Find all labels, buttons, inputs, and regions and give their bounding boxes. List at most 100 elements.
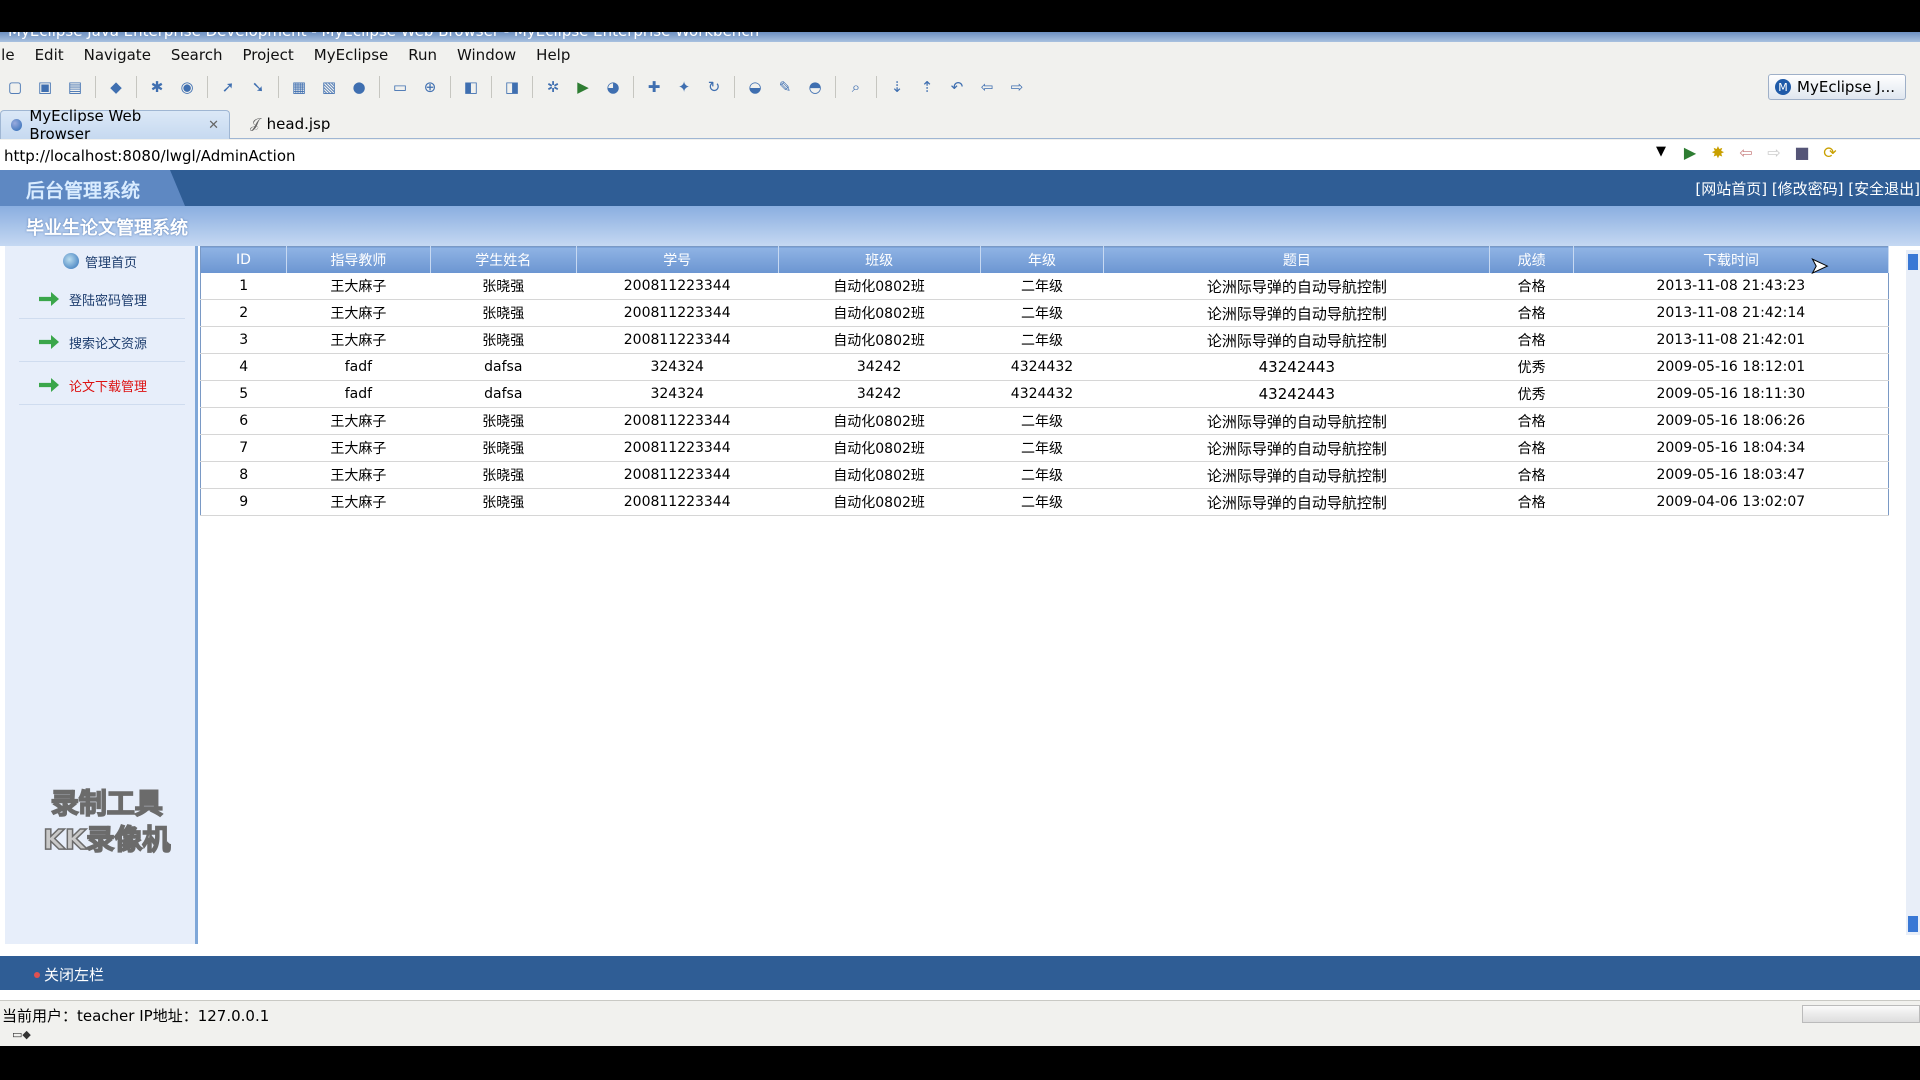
vertical-scrollbar[interactable] bbox=[1906, 250, 1920, 935]
sidebar-item-password[interactable]: 登陆密码管理 bbox=[19, 280, 185, 319]
next-annotation-icon[interactable]: ⇣ bbox=[886, 77, 908, 97]
table-cell: 4324432 bbox=[980, 380, 1104, 408]
tab-head-jsp[interactable]: 𝒥 head.jsp bbox=[240, 110, 340, 138]
table-cell: 6 bbox=[200, 407, 287, 435]
menu-navigate[interactable]: Navigate bbox=[74, 46, 161, 64]
table-cell: 5 bbox=[200, 380, 287, 408]
url-input[interactable]: http://localhost:8080/lwgl/AdminAction bbox=[4, 147, 296, 165]
url-history-dropdown-icon[interactable]: ▼ bbox=[1656, 144, 1666, 159]
tab-web-browser[interactable]: MyEclipse Web Browser ✕ bbox=[0, 107, 230, 143]
go-icon[interactable]: ▶ bbox=[1680, 143, 1700, 162]
open-icon[interactable]: ◒ bbox=[744, 77, 766, 97]
folder-icon[interactable]: ▭ bbox=[389, 77, 411, 97]
stop-icon[interactable]: ■ bbox=[1792, 143, 1812, 162]
refresh-icon[interactable]: ⟳ bbox=[1820, 143, 1840, 162]
watermark-line: 录制工具 bbox=[50, 786, 164, 821]
recorder-watermark: 录制工具 KK录像机 bbox=[42, 786, 171, 858]
toolbar-separator bbox=[734, 76, 735, 98]
package-icon[interactable]: ◆ bbox=[105, 77, 127, 97]
column-header: 班级 bbox=[778, 246, 981, 273]
table-cell: 43242443 bbox=[1103, 353, 1490, 381]
table-cell: 论洲际导弹的自动导航控制 bbox=[1103, 273, 1490, 300]
debug-run-icon[interactable]: ✲ bbox=[542, 77, 564, 97]
table-cell: 7 bbox=[200, 434, 287, 462]
table-cell: 2009-05-16 18:06:26 bbox=[1573, 407, 1889, 435]
search-icon[interactable]: ⌕ bbox=[845, 77, 867, 97]
table-cell: 二年级 bbox=[980, 326, 1104, 354]
table-cell: 论洲际导弹的自动导航控制 bbox=[1103, 326, 1490, 354]
edit-icon[interactable]: ✎ bbox=[774, 77, 796, 97]
deploy-icon[interactable]: ➚ bbox=[217, 77, 239, 97]
new-class-icon[interactable]: ✚ bbox=[643, 77, 665, 97]
menu-project[interactable]: Project bbox=[232, 46, 303, 64]
sidebar-home[interactable]: 管理首页 bbox=[5, 246, 195, 276]
print-icon[interactable]: ▤ bbox=[64, 77, 86, 97]
close-icon[interactable]: ✕ bbox=[208, 118, 219, 133]
toolbar-separator bbox=[207, 76, 208, 98]
back-icon[interactable]: ⇦ bbox=[1736, 143, 1756, 162]
task-icon[interactable]: ◓ bbox=[804, 77, 826, 97]
menu-edit[interactable]: Edit bbox=[25, 46, 74, 64]
site-header: 后台管理系统 [网站首页] [修改密码] [安全退出] bbox=[0, 170, 1920, 206]
table-cell: 自动化0802班 bbox=[778, 407, 981, 435]
scroll-down-button[interactable] bbox=[1908, 916, 1918, 932]
screenshot-icon[interactable]: ◧ bbox=[460, 77, 482, 97]
open-type-icon[interactable]: ◨ bbox=[501, 77, 523, 97]
menu-run[interactable]: Run bbox=[398, 46, 447, 64]
last-edit-icon[interactable]: ↶ bbox=[946, 77, 968, 97]
table-cell: 张晓强 bbox=[430, 273, 577, 300]
column-header: 学生姓名 bbox=[430, 246, 577, 273]
table-cell: fadf bbox=[286, 353, 431, 381]
forward-icon[interactable]: ⇨ bbox=[1006, 77, 1028, 97]
external-tools-icon[interactable]: ◕ bbox=[602, 77, 624, 97]
browser-icon[interactable]: ● bbox=[348, 77, 370, 97]
menu-search[interactable]: Search bbox=[161, 46, 233, 64]
table-body: 1 王大麻子 张晓强 200811223344 自动化0802班 二年级 论洲际导弹的自动导… bbox=[200, 273, 1889, 516]
header-links[interactable]: [网站首页] [修改密码] [安全退出] bbox=[1695, 178, 1920, 199]
table-cell: 34242 bbox=[778, 353, 981, 381]
browser-status-bar: 当前用户：teacher IP地址：127.0.0.1 bbox=[0, 1000, 1920, 1027]
home-icon bbox=[62, 253, 79, 269]
site-logo: 后台管理系统 bbox=[0, 170, 185, 206]
server-icon[interactable]: ◉ bbox=[176, 77, 198, 97]
toolbar-separator bbox=[532, 76, 533, 98]
refresh-icon[interactable]: ↻ bbox=[703, 77, 725, 97]
table-cell: 合格 bbox=[1489, 326, 1574, 354]
table-cell: 200811223344 bbox=[576, 273, 779, 300]
run-icon[interactable]: ▶ bbox=[572, 77, 594, 97]
save-icon[interactable]: ▣ bbox=[34, 77, 56, 97]
table-cell: 200811223344 bbox=[576, 299, 779, 327]
column-header: 下载时间 bbox=[1573, 246, 1889, 273]
table-cell: fadf bbox=[286, 380, 431, 408]
debug-icon[interactable]: ✱ bbox=[146, 77, 168, 97]
undeploy-icon[interactable]: ➘ bbox=[247, 77, 269, 97]
close-sidebar-link[interactable]: 关闭左栏 bbox=[34, 964, 104, 985]
scroll-up-button[interactable] bbox=[1908, 254, 1918, 270]
sidebar-item-search[interactable]: 搜索论文资源 bbox=[19, 323, 185, 362]
column-header: 学号 bbox=[576, 246, 779, 273]
table-cell: 合格 bbox=[1489, 434, 1574, 462]
table-cell: 324324 bbox=[576, 380, 779, 408]
export-icon[interactable]: ▧ bbox=[318, 77, 340, 97]
favorites-icon[interactable]: ✸ bbox=[1708, 143, 1728, 162]
table-cell: 张晓强 bbox=[430, 407, 577, 435]
toolbar-separator bbox=[136, 76, 137, 98]
database-icon[interactable]: ▦ bbox=[288, 77, 310, 97]
back-icon[interactable]: ⇦ bbox=[976, 77, 998, 97]
table-cell: 论洲际导弹的自动导航控制 bbox=[1103, 488, 1490, 516]
new-package-icon[interactable]: ✦ bbox=[673, 77, 695, 97]
prev-annotation-icon[interactable]: ⇡ bbox=[916, 77, 938, 97]
menu-myeclipse[interactable]: MyEclipse bbox=[304, 46, 398, 64]
add-icon[interactable]: ⊕ bbox=[419, 77, 441, 97]
column-header: ID bbox=[200, 246, 287, 273]
toolbar-separator bbox=[633, 76, 634, 98]
perspective-button[interactable]: M MyEclipse J... bbox=[1768, 74, 1906, 100]
forward-icon[interactable]: ⇨ bbox=[1764, 143, 1784, 162]
menu-file[interactable]: ile bbox=[0, 46, 25, 64]
menu-help[interactable]: Help bbox=[526, 46, 580, 64]
table-cell: 2009-04-06 13:02:07 bbox=[1573, 488, 1889, 516]
table-row: 1 王大麻子 张晓强 200811223344 自动化0802班 二年级 论洲际导弹的自动导… bbox=[200, 273, 1889, 300]
sidebar-item-downloads[interactable]: 论文下载管理 bbox=[19, 366, 185, 405]
new-icon[interactable]: ▢ bbox=[4, 77, 26, 97]
menu-window[interactable]: Window bbox=[447, 46, 526, 64]
